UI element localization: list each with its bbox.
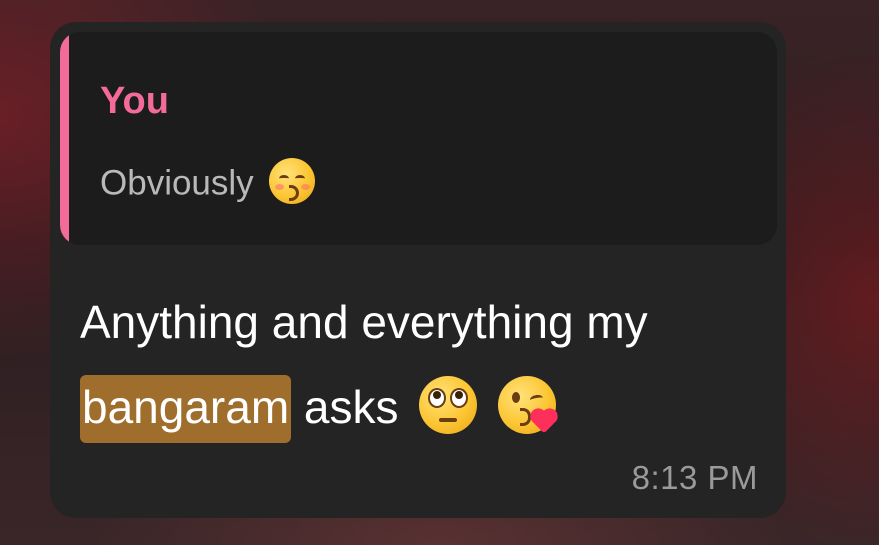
search-highlight: bangaram: [80, 375, 292, 443]
message-bubble[interactable]: You Obviously Anything and everything my…: [50, 22, 786, 518]
message-line-1: Anything and everything my: [80, 296, 648, 348]
face-with-rolling-eyes-emoji: [419, 375, 478, 434]
message-timestamp: 8:13 PM: [631, 459, 758, 496]
message-line-2: bangaram asks: [80, 365, 770, 450]
kissing-closed-eyes-emoji: [269, 158, 316, 204]
quoted-author: You: [100, 80, 169, 122]
quoted-reply[interactable]: You Obviously: [60, 32, 777, 245]
face-blowing-a-kiss-emoji: [498, 375, 557, 434]
quoted-text-line: Obviously: [100, 158, 316, 208]
quote-accent-bar: [60, 32, 69, 245]
message-word: asks: [303, 381, 399, 433]
message-text: Anything and everything my bangaram asks: [80, 280, 770, 450]
quoted-text: Obviously: [100, 163, 254, 203]
